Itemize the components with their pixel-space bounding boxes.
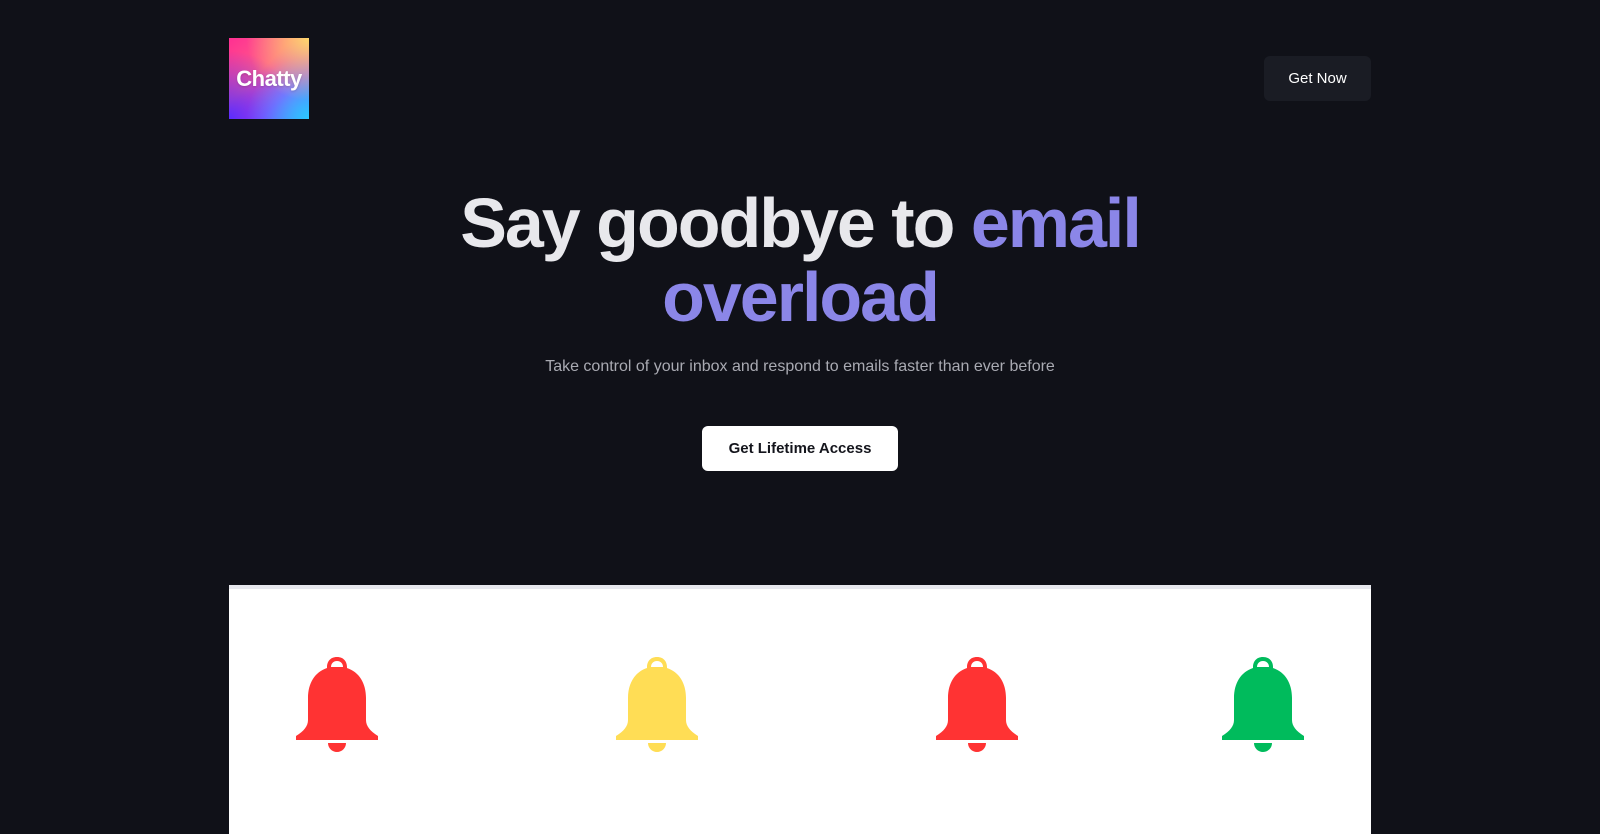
notification-panel — [229, 585, 1371, 834]
chatty-logo[interactable]: Chatty — [229, 38, 309, 119]
bell-icon-body — [616, 657, 698, 752]
logo-text: Chatty — [236, 65, 302, 91]
hero-subtitle: Take control of your inbox and respond t… — [545, 358, 1055, 375]
hero-title: Say goodbye to email overload — [400, 186, 1200, 334]
get-lifetime-access-button[interactable]: Get Lifetime Access — [702, 426, 898, 471]
get-now-button[interactable]: Get Now — [1264, 56, 1371, 101]
bell-icon-body — [936, 657, 1018, 752]
bell-icon-body — [1222, 657, 1304, 752]
bell-icon — [936, 657, 1018, 752]
bell-icon — [616, 657, 698, 752]
bell-icon — [1222, 657, 1304, 752]
bell-icon — [296, 657, 378, 752]
hero-title-text: Say goodbye to — [460, 184, 971, 262]
bell-icon-body — [296, 657, 378, 752]
landing-page: Chatty Get Now Say goodbye to email over… — [0, 0, 1600, 834]
